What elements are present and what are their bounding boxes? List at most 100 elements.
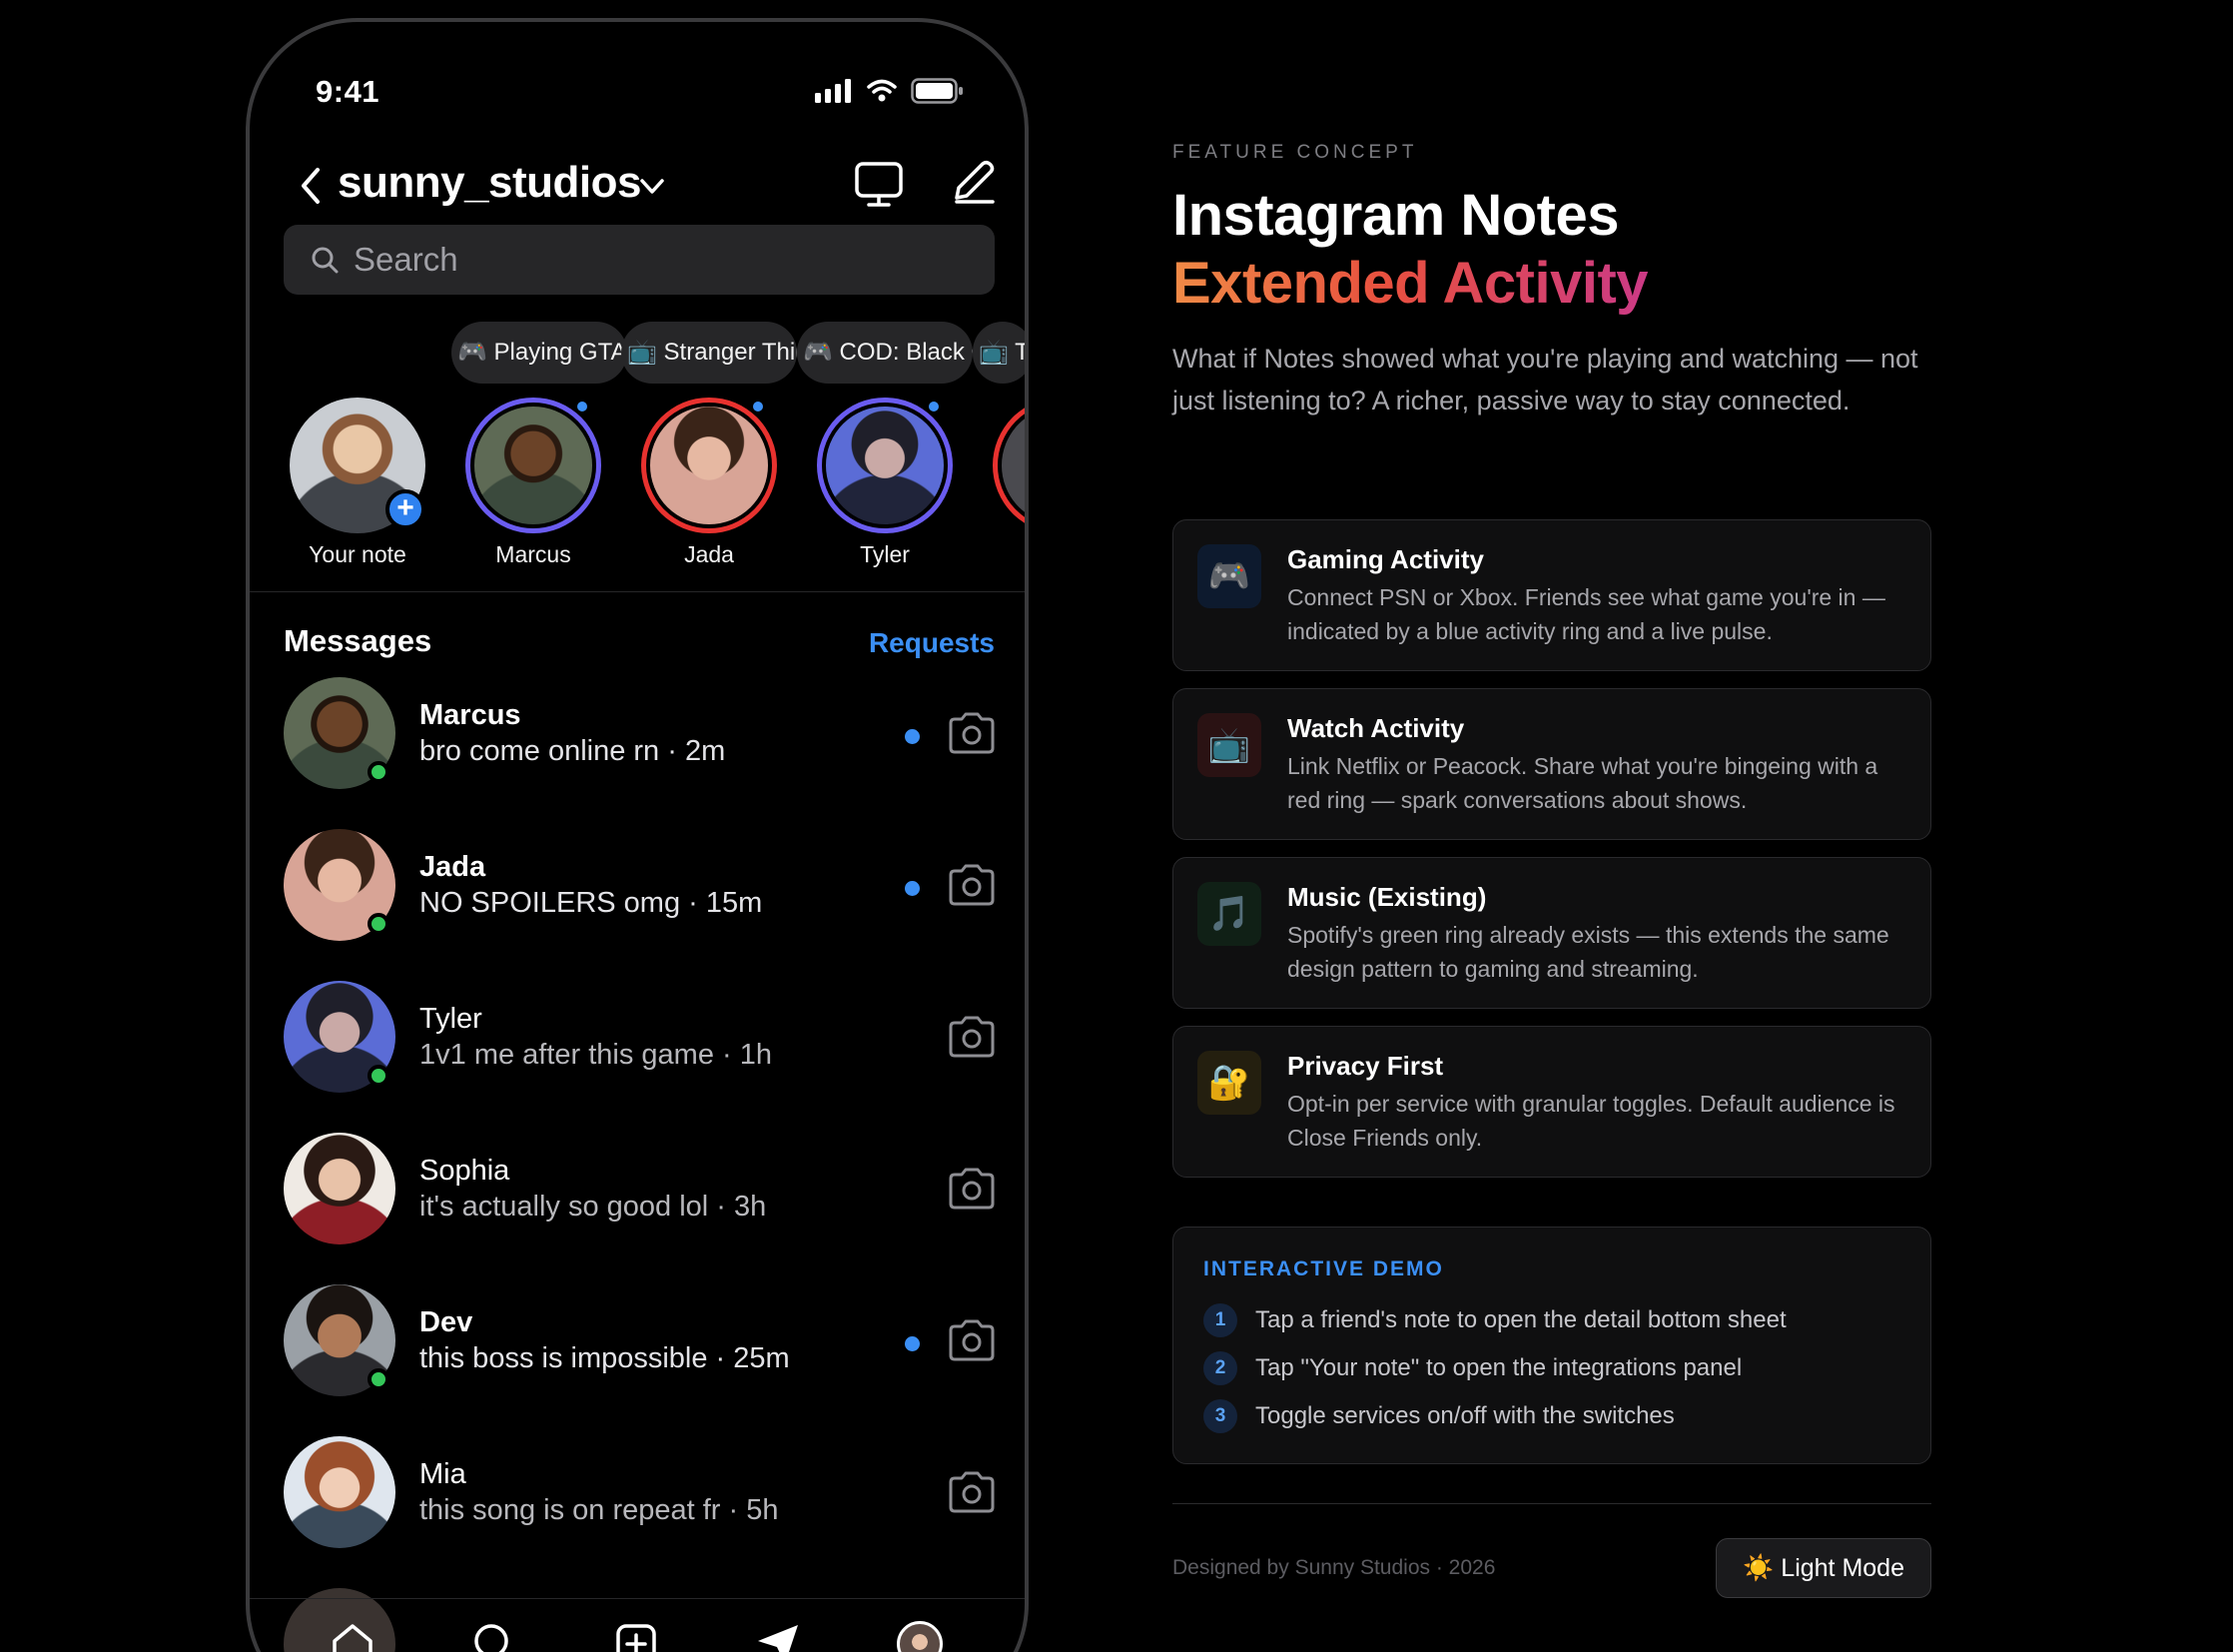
conversation-preview: this boss is impossible · 25m <box>419 1342 790 1374</box>
battery-icon <box>911 78 963 104</box>
activity-dot <box>751 400 765 413</box>
direct-messages-icon[interactable] <box>755 1621 801 1652</box>
dm-header: sunny_studios <box>250 154 1025 220</box>
activity-dot <box>927 400 941 413</box>
story-ring <box>641 398 777 533</box>
unread-dot <box>905 881 920 896</box>
conversation-name: Dev <box>419 1306 473 1338</box>
status-icons <box>815 78 965 104</box>
story-label: Tyler <box>860 541 910 567</box>
conversation-row-marcus[interactable]: Marcus bro come online rn · 2m <box>284 677 995 797</box>
chevron-down-icon[interactable] <box>637 172 667 202</box>
conversation-preview: NO SPOILERS omg · 15m <box>419 887 763 919</box>
activity-dot <box>575 400 589 413</box>
camera-icon[interactable] <box>947 863 997 907</box>
feature-description: Spotify's green ring already exists — th… <box>1287 922 1889 982</box>
feature-title: Music (Existing) <box>1287 882 1487 912</box>
status-time: 9:41 <box>316 74 380 109</box>
camera-icon[interactable] <box>947 1167 997 1211</box>
feature-card-privacy: 🔐 Privacy First Opt-in per service with … <box>1172 1026 1931 1178</box>
conversation-preview: it's actually so good lol · 3h <box>419 1191 767 1223</box>
conversation-row-tyler[interactable]: Tyler 1v1 me after this game · 1h <box>284 981 995 1101</box>
compose-icon[interactable] <box>947 156 999 208</box>
search-input[interactable] <box>354 225 953 295</box>
story-label: Your note <box>309 541 406 567</box>
conversation-name: Marcus <box>419 699 521 731</box>
search-bar[interactable] <box>284 225 995 295</box>
note-bubble[interactable]: 🎮 Playing GTA <box>451 322 627 384</box>
create-post-icon[interactable] <box>613 1621 659 1652</box>
conversation-name: Sophia <box>419 1155 510 1187</box>
lock-icon: 🔐 <box>1197 1051 1261 1115</box>
camera-icon[interactable] <box>947 1318 997 1362</box>
wifi-icon <box>867 79 897 102</box>
home-icon[interactable] <box>330 1621 375 1652</box>
footer-credit: Designed by Sunny Studios · 2026 <box>1172 1556 1496 1579</box>
feature-card-watch: 📺 Watch Activity Link Netflix or Peacock… <box>1172 688 1931 840</box>
step-text: Tap a friend's note to open the detail b… <box>1255 1306 1787 1333</box>
story-label: Jada <box>684 541 734 567</box>
conversation-row-mia[interactable]: Mia this song is on repeat fr · 5h <box>284 1436 995 1556</box>
story-ring <box>817 398 953 533</box>
camera-icon[interactable] <box>947 1015 997 1059</box>
requests-link[interactable]: Requests <box>869 627 995 659</box>
light-mode-toggle-button[interactable]: ☀️ Light Mode <box>1716 1538 1931 1598</box>
camera-icon[interactable] <box>947 1470 997 1514</box>
footer-divider <box>1172 1503 1931 1504</box>
demo-step: 2 Tap "Your note" to open the integratio… <box>1203 1351 1902 1387</box>
note-bubble[interactable]: 📺 Stranger Things <box>621 322 797 384</box>
online-status-dot <box>368 1065 389 1087</box>
avatar <box>470 403 596 528</box>
avatar <box>284 1436 395 1548</box>
conversation-preview: bro come online rn · 2m <box>419 735 726 767</box>
avatar <box>646 403 772 528</box>
conversation-row-jada[interactable]: Jada NO SPOILERS omg · 15m <box>284 829 995 949</box>
add-note-icon[interactable]: + <box>385 489 425 529</box>
profile-avatar-tab[interactable] <box>897 1621 943 1652</box>
conversation-row-dev[interactable]: Dev this boss is impossible · 25m <box>284 1284 995 1404</box>
account-switcher[interactable]: sunny_studios <box>338 158 642 208</box>
conversation-preview: this song is on repeat fr · 5h <box>419 1494 779 1526</box>
messages-title: Messages <box>284 623 432 658</box>
story-jada[interactable]: Jada <box>634 398 784 568</box>
feature-card-gaming: 🎮 Gaming Activity Connect PSN or Xbox. F… <box>1172 519 1931 671</box>
divider <box>250 591 1025 592</box>
title-line-2: Extended Activity <box>1172 251 1649 316</box>
search-icon <box>312 247 339 274</box>
feature-card-music: 🎵 Music (Existing) Spotify's green ring … <box>1172 857 1931 1009</box>
conversation-row-sophia[interactable]: Sophia it's actually so good lol · 3h <box>284 1133 995 1252</box>
feature-description: Opt-in per service with granular toggles… <box>1287 1091 1895 1151</box>
feature-description: Connect PSN or Xbox. Friends see what ga… <box>1287 584 1885 644</box>
avatar <box>822 403 948 528</box>
status-bar: 9:41 <box>250 22 1025 162</box>
notes-row: 🎮 Playing GTA 📺 Stranger Things 🎮 COD: B… <box>250 318 1025 587</box>
note-bubble[interactable]: 🎮 COD: Black Ops <box>797 322 973 384</box>
note-bubble[interactable]: 📺 The <box>973 322 1025 384</box>
camera-icon[interactable] <box>947 711 997 755</box>
story-partial[interactable] <box>986 398 1025 533</box>
title-line-1: Instagram Notes <box>1172 183 1619 248</box>
story-your-note[interactable]: + Your note <box>283 398 432 568</box>
unread-dot <box>905 1336 920 1351</box>
feature-title: Watch Activity <box>1287 713 1465 743</box>
story-tyler[interactable]: Tyler <box>810 398 960 568</box>
messages-header: Messages Requests <box>284 621 995 665</box>
back-chevron-icon[interactable] <box>296 166 326 206</box>
concept-panel: FEATURE CONCEPT Instagram Notes Extended… <box>1172 0 1931 1652</box>
demo-step: 1 Tap a friend's note to open the detail… <box>1203 1303 1902 1339</box>
step-number: 3 <box>1203 1399 1237 1433</box>
story-marcus[interactable]: Marcus <box>458 398 608 568</box>
explore-search-icon[interactable] <box>471 1621 517 1652</box>
avatar <box>284 1133 395 1244</box>
feature-description: Link Netflix or Peacock. Share what you'… <box>1287 753 1878 813</box>
step-number: 1 <box>1203 1303 1237 1337</box>
monitor-icon[interactable] <box>853 158 905 210</box>
story-ring <box>465 398 601 533</box>
story-label: Marcus <box>495 541 571 567</box>
eyebrow: FEATURE CONCEPT <box>1172 142 1418 163</box>
avatar <box>998 403 1025 528</box>
step-number: 2 <box>1203 1351 1237 1385</box>
story-ring: + <box>290 398 425 533</box>
step-text: Toggle services on/off with the switches <box>1255 1402 1675 1429</box>
conversation-preview: 1v1 me after this game · 1h <box>419 1039 772 1071</box>
